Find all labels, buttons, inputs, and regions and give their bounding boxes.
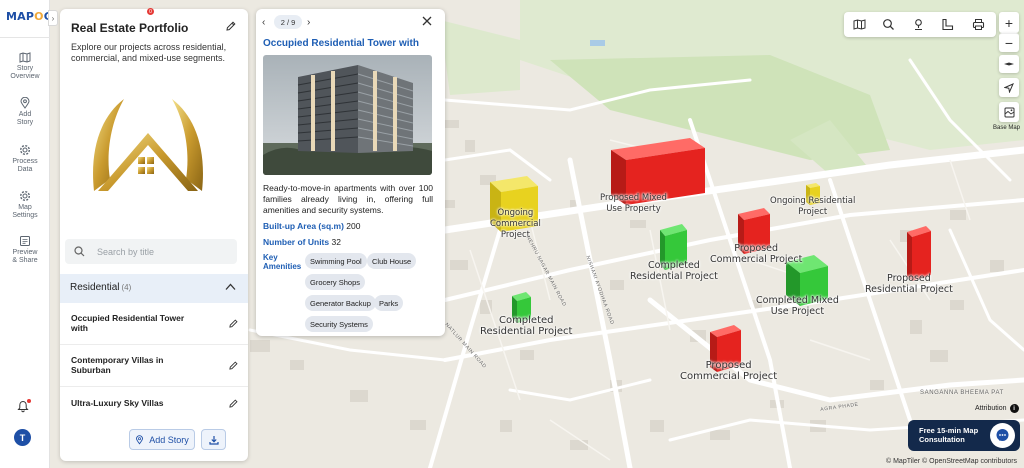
- street-label: SANGANNA BHEEMA PAT: [920, 390, 1004, 396]
- notification-badge: 0: [147, 8, 154, 15]
- marker-label: Ongoing Residential Project: [770, 196, 856, 217]
- pencil-icon[interactable]: [229, 361, 238, 370]
- location-pin-icon[interactable]: [912, 18, 925, 31]
- panel-description: Explore our projects across residential,…: [71, 42, 227, 63]
- project-popup: ‹ 2 / 9 › Occupied Residential Tower wit…: [256, 9, 445, 336]
- amenity-chip: Generator Backup: [305, 295, 376, 311]
- story-list-item[interactable]: Contemporary Villas in Suburban: [60, 345, 248, 387]
- story-title: Contemporary Villas in Suburban: [71, 355, 164, 375]
- building-photo: [263, 55, 432, 175]
- location-pin-icon: [136, 434, 144, 445]
- number-of-units: Number of Units 32: [263, 237, 341, 247]
- gear-icon: [19, 190, 31, 202]
- search-icon[interactable]: [882, 18, 895, 31]
- marker-label: Proposed Residential Project: [865, 273, 953, 295]
- story-list-item[interactable]: Occupied Residential Tower with: [60, 303, 248, 345]
- story-panel: Real Estate Portfolio Explore our projec…: [60, 9, 248, 461]
- base-map-label: Base Map: [993, 125, 1021, 131]
- pencil-icon[interactable]: [229, 319, 238, 328]
- compass-button[interactable]: [999, 55, 1019, 73]
- rail-item-map-settings[interactable]: Map Settings: [0, 190, 50, 220]
- marker-label: Proposed Commercial Project: [680, 360, 778, 382]
- base-map-icon: [1004, 107, 1014, 117]
- map-toolbar: [844, 12, 996, 37]
- rail-item-add-story[interactable]: Add Story: [0, 97, 50, 127]
- amenity-chip: Security Systems: [305, 316, 373, 332]
- gear-icon: [19, 144, 31, 156]
- left-rail: MAPOG StoryOverview AddStory ProcessData…: [0, 0, 53, 468]
- popup-description: Ready-to-move-in apartments with over 10…: [263, 183, 433, 215]
- compass-icon: [1004, 62, 1014, 66]
- story-list-item[interactable]: Ultra-Luxury Sky Villas: [60, 387, 248, 419]
- rail-item-story-overview[interactable]: Story Overview: [0, 52, 50, 81]
- ruler-icon[interactable]: [941, 18, 954, 31]
- page-indicator: 2 / 9: [274, 15, 302, 29]
- marker-label: Ongoing Commercial Project: [490, 208, 541, 240]
- chevron-up-icon[interactable]: [225, 283, 236, 291]
- marker-label: Proposed Mixed Use Property: [600, 193, 667, 214]
- map-consultation-button[interactable]: Free 15-min Map Consultation: [908, 420, 1020, 451]
- category-count: (4): [121, 283, 132, 292]
- next-page-button[interactable]: ›: [307, 17, 310, 28]
- marker-label: Completed Mixed Use Project: [756, 295, 839, 317]
- avatar[interactable]: T: [14, 429, 31, 446]
- locate-me-button[interactable]: [999, 78, 1019, 97]
- notification-bell-icon[interactable]: [17, 399, 31, 416]
- share-icon: [20, 236, 30, 246]
- panel-title: Real Estate Portfolio: [71, 21, 189, 35]
- pencil-icon: [226, 21, 236, 31]
- app-logo[interactable]: MAPOG: [6, 10, 53, 23]
- rail-item-process-data[interactable]: Process Data: [0, 144, 50, 174]
- zoom-in-button[interactable]: +: [999, 12, 1019, 33]
- close-icon[interactable]: [422, 16, 432, 26]
- story-search: [65, 239, 237, 264]
- map-book-icon: [19, 52, 31, 63]
- rail-item-preview-share[interactable]: Preview & Share: [0, 235, 50, 265]
- story-title: Occupied Residential Tower with: [71, 313, 185, 333]
- built-up-area: Built-up Area (sq.m) 200: [263, 221, 361, 231]
- download-button[interactable]: [201, 429, 226, 450]
- category-label: Residential: [70, 282, 120, 293]
- marker-label: Proposed Commercial Project: [710, 243, 803, 265]
- edit-title-button[interactable]: [226, 21, 236, 34]
- amenities-label: Key Amenities: [263, 253, 302, 271]
- amenity-chip: Club House: [367, 253, 417, 269]
- base-map-button[interactable]: [999, 102, 1019, 122]
- popup-title: Occupied Residential Tower with: [263, 38, 419, 49]
- download-icon: [208, 435, 219, 445]
- amenity-chip: Swimming Pool: [305, 253, 367, 269]
- zoom-out-button[interactable]: −: [999, 33, 1019, 52]
- navigation-arrow-icon: [1004, 82, 1014, 93]
- search-icon: [74, 246, 85, 257]
- attribution[interactable]: Attribution i: [975, 404, 1019, 413]
- marker-label: Completed Residential Project: [480, 315, 573, 337]
- map-copyright: © MapTiler © OpenStreetMap contributors: [886, 458, 1018, 465]
- amenity-chip: Grocery Shops: [305, 274, 366, 290]
- search-input[interactable]: [97, 243, 227, 260]
- chat-icon: [990, 423, 1015, 448]
- prev-page-button[interactable]: ‹: [262, 17, 265, 28]
- add-story-button[interactable]: Add Story: [129, 429, 195, 450]
- story-title: Ultra-Luxury Sky Villas: [71, 398, 164, 408]
- category-header-residential[interactable]: Residential (4): [60, 274, 248, 303]
- location-pin-icon: [20, 97, 30, 109]
- pencil-icon[interactable]: [229, 399, 238, 408]
- amenity-chip: Parks: [374, 295, 404, 311]
- portfolio-logo: [93, 99, 203, 191]
- print-icon[interactable]: [972, 18, 985, 31]
- marker-label: Completed Residential Project: [630, 260, 718, 282]
- map-layers-icon[interactable]: [853, 18, 866, 31]
- collapse-rail-button[interactable]: ›: [48, 10, 58, 26]
- info-icon: i: [1009, 404, 1019, 413]
